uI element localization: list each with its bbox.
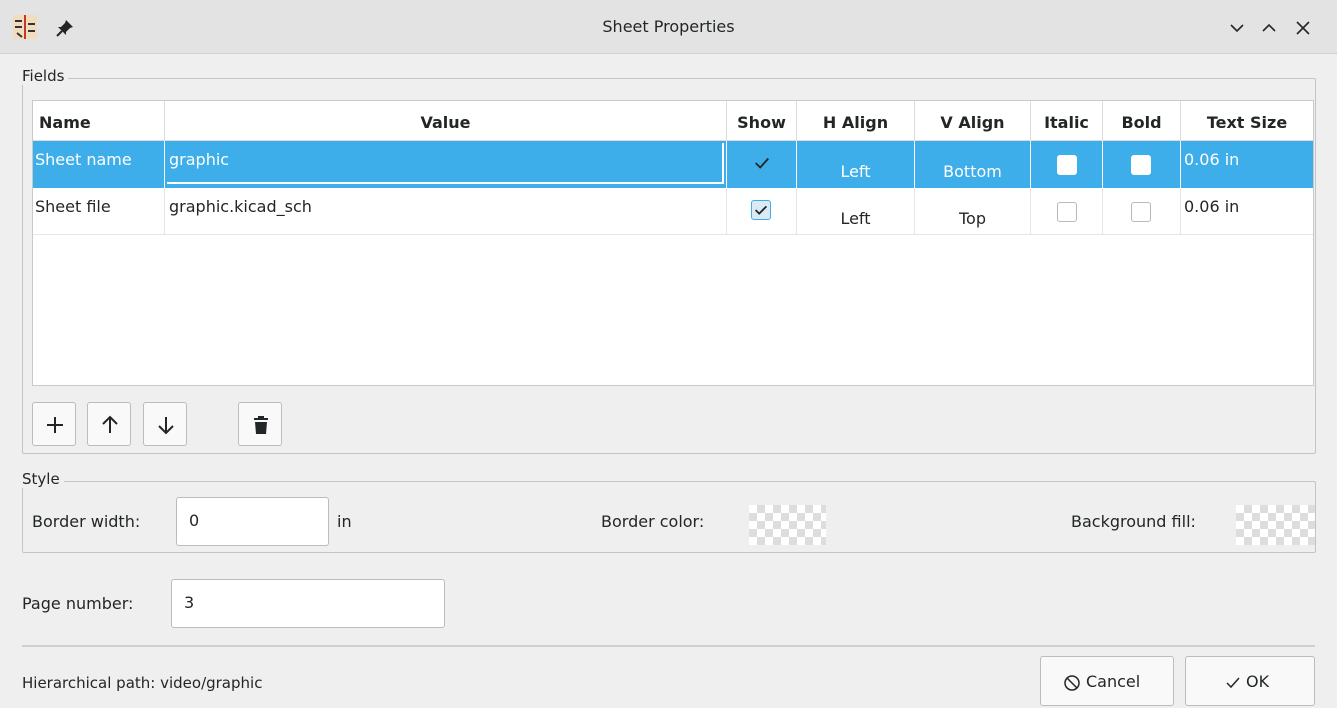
field-value: graphic.kicad_sch [169,197,312,216]
fields-table[interactable]: Name Value Show H Align V Align Italic B… [32,100,1314,386]
show-checkbox[interactable] [751,200,771,220]
cell-name[interactable]: Sheet file [33,188,165,235]
add-field-button[interactable] [32,402,76,446]
column-header-text-size[interactable]: Text Size [1181,101,1313,141]
italic-checkbox[interactable] [1057,202,1077,222]
cell-text-size[interactable]: 0.06 in [1181,141,1313,188]
border-width-label: Border width: [32,512,141,531]
page-number-label: Page number: [22,594,134,613]
h-align-value: Left [840,162,871,181]
move-down-icon [158,417,174,435]
cell-italic[interactable] [1031,141,1103,188]
fields-group-label: Fields [22,67,69,85]
cancel-label: Cancel [1086,672,1141,691]
cell-value[interactable]: graphic.kicad_sch [165,188,727,235]
window-title: Sheet Properties [602,17,735,36]
cell-v-align[interactable]: Bottom [915,141,1031,188]
ok-button[interactable]: OK [1185,656,1315,706]
table-header: Name Value Show H Align V Align Italic B… [33,101,1313,141]
column-header-value[interactable]: Value [165,101,727,141]
h-align-value: Left [840,209,871,228]
field-name: Sheet file [35,197,111,216]
border-color-label: Border color: [601,512,705,531]
table-row[interactable]: Sheet file graphic.kicad_sch Left Top 0.… [33,188,1313,235]
v-align-value: Top [959,209,986,228]
text-size-value: 0.06 in [1184,197,1240,216]
checkmark-icon[interactable] [753,154,771,172]
cancel-icon [1064,675,1080,691]
text-size-value: 0.06 in [1184,150,1240,169]
border-color-swatch[interactable] [749,505,826,545]
ok-label: OK [1246,672,1270,691]
field-value: graphic [169,150,230,169]
column-header-show[interactable]: Show [727,101,797,141]
maximize-icon[interactable] [1258,17,1280,39]
cell-v-align[interactable]: Top [915,188,1031,235]
border-width-unit: in [337,512,352,531]
cell-show[interactable] [727,141,797,188]
field-name: Sheet name [35,150,132,169]
bold-checkbox[interactable] [1131,202,1151,222]
move-up-icon [102,415,118,433]
checkmark-icon [754,205,768,215]
hierarchical-path: Hierarchical path: video/graphic [22,674,263,692]
background-fill-label: Background fill: [1071,512,1196,531]
move-up-button[interactable] [87,402,131,446]
cell-bold[interactable] [1103,188,1181,235]
move-down-button[interactable] [143,402,187,446]
cell-name[interactable]: Sheet name [33,141,165,188]
cell-h-align[interactable]: Left [797,188,915,235]
title-bar: Sheet Properties [0,0,1337,54]
table-row[interactable]: Sheet name graphic Left Bottom 0.06 in [33,141,1313,188]
cell-text-size[interactable]: 0.06 in [1181,188,1313,235]
sheet-properties-dialog: Sheet Properties Fields Name Value Show … [0,0,1337,708]
cell-show[interactable] [727,188,797,235]
cell-bold[interactable] [1103,141,1181,188]
ok-check-icon [1226,677,1240,689]
italic-checkbox[interactable] [1057,155,1077,175]
column-header-bold[interactable]: Bold [1103,101,1181,141]
background-fill-swatch[interactable] [1236,505,1315,545]
footer-separator [22,645,1315,647]
close-icon[interactable] [1292,17,1314,39]
delete-icon [254,416,268,434]
cell-value[interactable]: graphic [165,141,727,188]
style-group-label: Style [22,470,64,488]
column-header-v-align[interactable]: V Align [915,101,1031,141]
bold-checkbox[interactable] [1131,155,1151,175]
delete-field-button[interactable] [238,402,282,446]
add-field-icon [47,417,63,433]
cell-italic[interactable] [1031,188,1103,235]
v-align-value: Bottom [943,162,1002,181]
column-header-italic[interactable]: Italic [1031,101,1103,141]
column-header-name[interactable]: Name [33,101,165,141]
minimize-icon[interactable] [1226,17,1248,39]
cancel-button[interactable]: Cancel [1040,656,1174,706]
page-number-input[interactable]: 3 [171,579,445,628]
cell-h-align[interactable]: Left [797,141,915,188]
border-width-input[interactable]: 0 [176,497,329,546]
column-header-h-align[interactable]: H Align [797,101,915,141]
value-editor[interactable] [167,143,724,184]
